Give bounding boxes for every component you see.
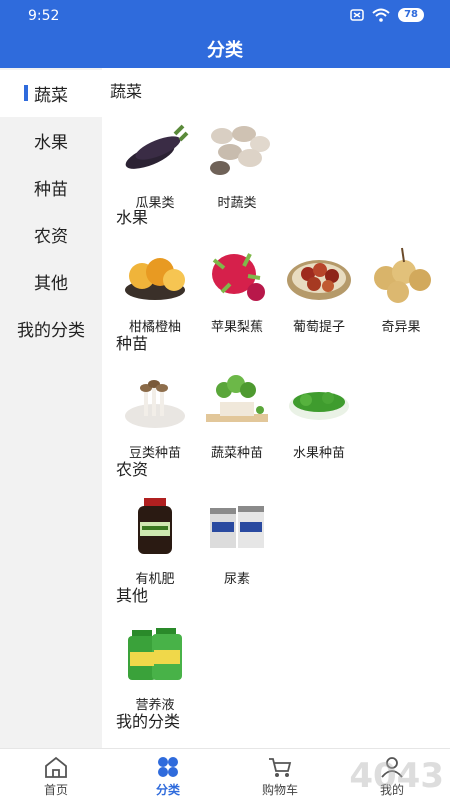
sidebar-item-other[interactable]: 其他 [0, 258, 102, 305]
category-item-label: 蔬菜种苗 [210, 446, 263, 461]
sidebar-item-label: 水果 [34, 133, 68, 153]
sidebar-item-my-categories[interactable]: 我的分类 [0, 305, 102, 352]
category-item[interactable]: 蔬菜种苗 [196, 366, 278, 476]
section-title-my-categories: 我的分类 [116, 712, 181, 731]
mute-icon [350, 9, 364, 21]
section-title-seedlings: 种苗 [116, 334, 149, 353]
sprouts-image [206, 375, 268, 422]
category-item[interactable]: 水果种苗 [278, 366, 360, 476]
fertilizer-jar-image [138, 498, 172, 554]
cart-icon [269, 758, 292, 777]
urea-cans-image [210, 506, 264, 548]
app-header: 9:52 78 分类 [0, 0, 450, 68]
category-item-label: 葡萄提子 [292, 320, 345, 335]
nav-home[interactable]: 首页 [0, 749, 112, 800]
watermark: 4043 [349, 756, 444, 796]
status-bar: 9:52 78 [0, 0, 450, 30]
sidebar-item-supplies[interactable]: 农资 [0, 211, 102, 258]
section-title-other: 其他 [116, 586, 149, 605]
longan-image [374, 247, 431, 303]
category-item-label: 时蔬类 [217, 196, 257, 211]
citrus-image [125, 258, 185, 300]
sidebar-item-seedlings[interactable]: 种苗 [0, 164, 102, 211]
dragon-fruit-image [212, 253, 265, 301]
sidebar-item-label: 我的分类 [17, 321, 85, 341]
bottom-navigation: 首页 分类 购物车 我的 4043 [0, 748, 450, 800]
category-item[interactable]: 葡萄提子 [278, 240, 360, 350]
category-icon [158, 757, 178, 777]
status-time: 9:52 [28, 8, 60, 24]
sidebar-item-label: 种苗 [34, 180, 68, 200]
category-item[interactable]: 奇异果 [360, 240, 442, 350]
category-content: 蔬菜 瓜果类 时蔬类 水果 柑橘橙柚 苹果梨蕉 葡萄提子 奇异果 种苗 豆类种苗… [102, 68, 450, 748]
home-icon [45, 756, 67, 778]
sidebar-item-label: 其他 [34, 274, 68, 294]
nav-cart-label: 购物车 [261, 783, 298, 797]
nav-cart[interactable]: 购物车 [224, 749, 336, 800]
category-sidebar: 蔬菜 水果 种苗 农资 其他 我的分类 [0, 68, 102, 748]
greens-image [289, 392, 349, 420]
eggplant-image [125, 124, 189, 169]
category-item-label: 奇异果 [381, 320, 421, 335]
nav-category[interactable]: 分类 [112, 749, 224, 800]
category-item-label: 苹果梨蕉 [210, 320, 263, 335]
section-title-supplies: 农资 [116, 460, 149, 479]
category-item-label: 水果种苗 [292, 446, 345, 461]
section-title-vegetables: 蔬菜 [110, 82, 143, 101]
category-item[interactable]: 尿素 [196, 492, 278, 602]
jujube-image [287, 260, 351, 300]
mushroom-image [125, 380, 185, 428]
nav-category-label: 分类 [155, 783, 180, 797]
page-title: 分类 [207, 40, 243, 61]
category-item-label: 尿素 [223, 572, 250, 587]
section-title-fruits: 水果 [116, 208, 149, 227]
category-item[interactable]: 苹果梨蕉 [196, 240, 278, 350]
category-item[interactable]: 时蔬类 [196, 116, 278, 226]
battery-indicator: 78 [398, 8, 424, 22]
wifi-icon [372, 8, 390, 22]
sidebar-item-fruits[interactable]: 水果 [0, 117, 102, 164]
sidebar-item-vegetables[interactable]: 蔬菜 [0, 70, 102, 117]
nutrient-bottles-image [128, 628, 182, 680]
sidebar-item-label: 蔬菜 [34, 86, 68, 106]
nav-home-label: 首页 [43, 783, 68, 797]
status-icons: 78 [350, 8, 424, 22]
beans-image [210, 126, 270, 175]
sidebar-item-label: 农资 [34, 227, 68, 247]
